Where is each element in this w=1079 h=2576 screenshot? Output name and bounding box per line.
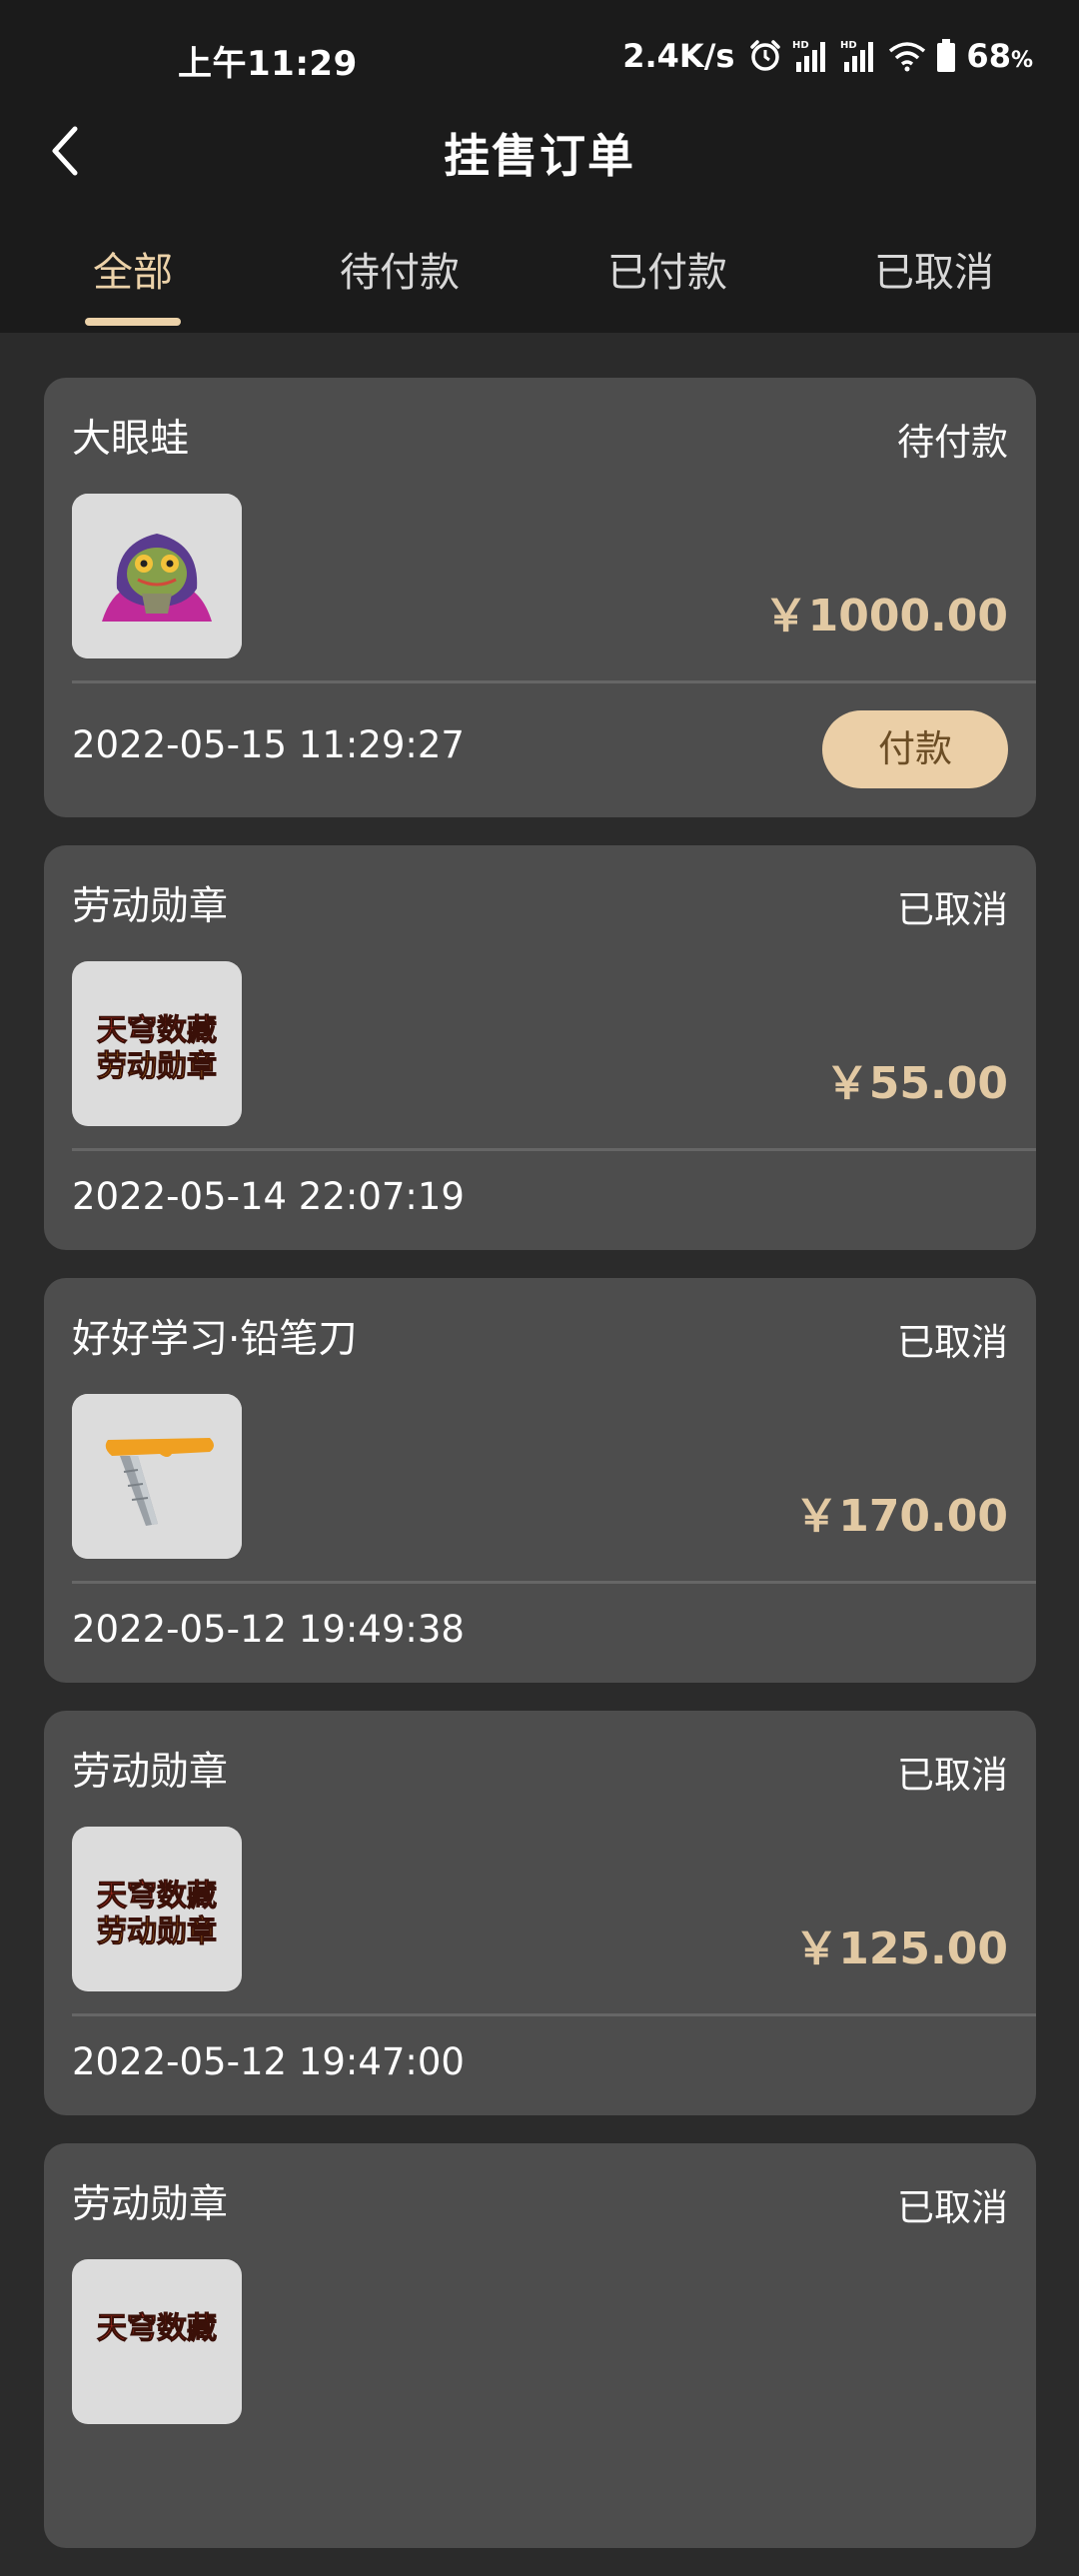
battery-level: 68 [966,37,1011,75]
divider [72,1148,1036,1151]
active-tab-indicator [85,318,181,326]
pencil-knife-image [72,1394,242,1559]
tab-pending-payment[interactable]: 待付款 [310,240,490,298]
status-indicators: 2.4K/s HD HD 68% [622,34,1033,78]
frog-hoodie-image [72,494,242,658]
wifi-icon [888,40,926,72]
divider [72,2013,1036,2016]
order-status: 已取消 [897,1754,1008,1797]
order-list: 大眼蛙 待付款 ￥1000.00 2022-05-15 11:29:27 付款 … [44,378,1036,2576]
order-time: 2022-05-12 19:49:38 [72,1608,465,1651]
divider [72,1581,1036,1584]
tab-cancelled[interactable]: 已取消 [844,240,1024,298]
order-price: ￥125.00 [794,1924,1008,1974]
thumb-caption: 天穹数藏 [97,2311,218,2347]
divider [72,680,1036,683]
page-title: 挂售订单 [444,129,635,183]
battery-unit: % [1010,48,1033,73]
status-bar: 上午11:29 2.4K/s HD HD 68% [0,0,1079,120]
item-name: 劳动勋章 [72,1750,229,1795]
network-speed: 2.4K/s [622,37,735,75]
labor-medal-image: 天穹数藏 劳动勋章 [72,961,242,1126]
alarm-icon [748,39,782,73]
order-card[interactable]: 劳动勋章 已取消 天穹数藏 劳动勋章 ￥55.00 2022-05-14 22:… [44,845,1036,1250]
labor-medal-image: 天穹数藏 劳动勋章 [72,1827,242,1991]
signal-hd-icon: HD [840,38,878,74]
order-price: ￥1000.00 [763,591,1008,642]
order-time: 2022-05-15 11:29:27 [72,723,465,766]
item-name: 大眼蛙 [72,417,190,462]
svg-text:HD: HD [840,40,857,51]
tab-paid[interactable]: 已付款 [577,240,757,298]
back-button[interactable] [30,116,100,186]
order-price: ￥55.00 [824,1058,1008,1109]
order-tabs: 全部 待付款 已付款 已取消 [0,240,1079,330]
status-time: 上午11:29 [178,44,358,84]
order-time: 2022-05-12 19:47:00 [72,2040,465,2083]
order-status: 已取消 [897,2186,1008,2229]
item-name: 劳动勋章 [72,2182,229,2227]
order-status: 待付款 [897,421,1008,464]
tab-all[interactable]: 全部 [43,240,223,298]
order-time: 2022-05-14 22:07:19 [72,1175,465,1218]
thumb-caption: 劳动勋章 [97,1049,218,1085]
svg-text:HD: HD [792,40,809,51]
thumb-caption: 劳动勋章 [97,1915,218,1950]
signal-hd-icon: HD [792,38,830,74]
pay-button[interactable]: 付款 [822,710,1008,788]
chevron-left-icon [52,126,78,176]
nav-bar: 挂售订单 [0,110,1079,196]
order-card[interactable]: 好好学习·铅笔刀 已取消 ￥170.00 2022-05-12 19:49:38 [44,1278,1036,1683]
order-card[interactable]: 劳动勋章 已取消 天穹数藏 [44,2143,1036,2548]
top-bar: 上午11:29 2.4K/s HD HD 68% 挂售订单 全部 待付款 已付款… [0,0,1079,333]
item-name: 劳动勋章 [72,884,229,929]
item-name: 好好学习·铅笔刀 [72,1317,358,1362]
order-price: ￥170.00 [794,1491,1008,1542]
labor-medal-image: 天穹数藏 [72,2259,242,2424]
battery-icon [936,39,956,73]
order-status: 已取消 [897,1321,1008,1364]
order-card[interactable]: 大眼蛙 待付款 ￥1000.00 2022-05-15 11:29:27 付款 [44,378,1036,817]
order-card[interactable]: 劳动勋章 已取消 天穹数藏 劳动勋章 ￥125.00 2022-05-12 19… [44,1711,1036,2115]
order-status: 已取消 [897,888,1008,931]
